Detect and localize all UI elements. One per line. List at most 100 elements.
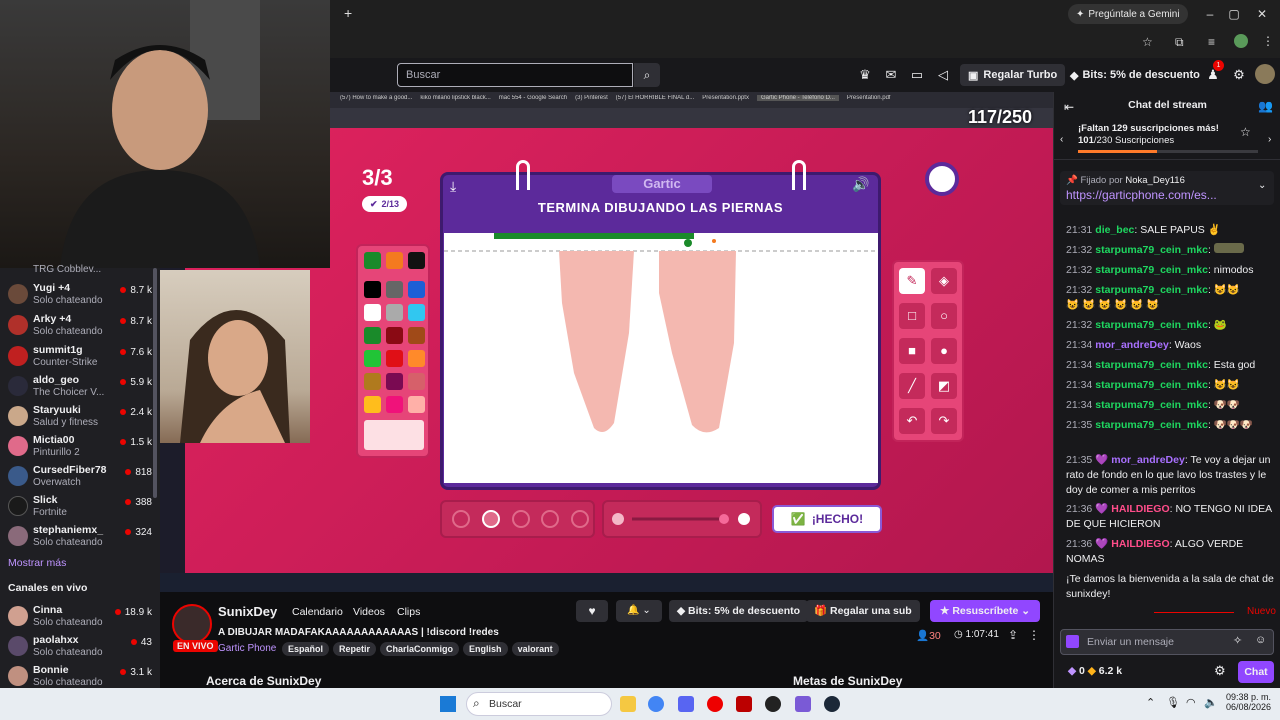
color-swatch[interactable] <box>386 304 403 321</box>
circle-fill-icon[interactable]: ● <box>931 338 957 364</box>
videos-link[interactable]: Videos <box>353 606 385 618</box>
color-swatch[interactable] <box>364 327 381 344</box>
chrome-icon[interactable] <box>648 696 664 712</box>
color-swatch[interactable] <box>408 281 425 298</box>
microphone-icon[interactable]: 🎙 <box>1166 696 1180 709</box>
app-icon[interactable] <box>736 696 752 712</box>
chevron-down-icon[interactable]: ⌄ <box>1258 180 1266 191</box>
pinned-link[interactable]: https://garticphone.com/es... <box>1066 188 1217 202</box>
channel-points[interactable]: ◆ 0 ◆ 6.2 k <box>1068 665 1122 677</box>
menu-icon[interactable]: ⋮ <box>1262 34 1274 48</box>
game-link[interactable]: Gartic Phone <box>218 643 276 654</box>
search-icon[interactable]: ⌕ <box>634 63 660 87</box>
done-button[interactable]: ✅ ¡HECHO! <box>772 505 882 533</box>
emote-picker-icon[interactable]: ☺ <box>1255 634 1266 646</box>
minimize-icon[interactable]: – <box>1200 4 1220 24</box>
share-icon[interactable]: ⇪ <box>1008 628 1018 642</box>
tray-chevron-icon[interactable]: ⌃ <box>1146 696 1155 709</box>
color-swatch[interactable] <box>386 252 403 269</box>
redo-icon[interactable]: ↷ <box>931 408 957 434</box>
bits-discount-button[interactable]: ◆ Bits: 5% de descuento <box>669 600 809 622</box>
color-swatch[interactable] <box>408 252 425 269</box>
search-input[interactable]: Buscar <box>397 63 633 87</box>
pencil-icon[interactable]: ✎ <box>899 268 925 294</box>
new-tab-button[interactable]: + <box>344 5 352 21</box>
bits-button[interactable]: ◆ Bits: 5% de descuento <box>1064 64 1206 86</box>
clips-link[interactable]: Clips <box>397 606 420 618</box>
sidebar-scrollbar[interactable] <box>153 268 157 498</box>
tag[interactable]: valorant <box>511 642 559 656</box>
close-icon[interactable]: ✕ <box>1252 4 1272 24</box>
show-more-link[interactable]: Mostrar más <box>8 557 66 569</box>
rectangle-outline-icon[interactable]: □ <box>899 303 925 329</box>
opacity-slider[interactable] <box>602 500 762 538</box>
circle-outline-icon[interactable]: ○ <box>931 303 957 329</box>
pinned-message[interactable]: 📌 Fijado por Noka_Dey116 https://garticp… <box>1060 171 1274 205</box>
youtube-icon[interactable] <box>707 696 723 712</box>
follow-heart-icon[interactable]: ♥ <box>576 600 608 622</box>
chat-send-button[interactable]: Chat <box>1238 661 1274 683</box>
color-swatch[interactable] <box>364 350 381 367</box>
brush-size-1[interactable] <box>452 510 470 528</box>
resubscribe-button[interactable]: ★ Resuscríbete ⌄ <box>930 600 1041 622</box>
user-avatar[interactable] <box>1255 64 1275 84</box>
channel-avatar[interactable] <box>172 604 212 644</box>
discord-icon[interactable] <box>678 696 694 712</box>
gemini-button[interactable]: ✦ Pregúntale a Gemini <box>1068 4 1188 24</box>
brush-size-4[interactable] <box>541 510 559 528</box>
clock[interactable]: 09:38 p. m. 06/08/2026 <box>1226 692 1271 712</box>
wifi-icon[interactable]: ◠ <box>1186 696 1196 709</box>
calendar-link[interactable]: Calendario <box>292 606 343 618</box>
star-icon[interactable]: ☆ <box>1240 125 1251 139</box>
color-swatch[interactable] <box>386 373 403 390</box>
eraser-icon[interactable]: ◈ <box>931 268 957 294</box>
start-icon[interactable] <box>440 696 456 712</box>
sidebar-channel[interactable]: CursedFiber78 Overwatch 818 <box>6 462 152 492</box>
users-icon[interactable]: 👥 <box>1258 99 1273 113</box>
turbo-button[interactable]: ▣ Regalar Turbo <box>960 64 1066 86</box>
color-swatch[interactable] <box>364 304 381 321</box>
settings-gear-icon[interactable]: ⚙ <box>1214 663 1226 679</box>
star-icon[interactable]: ☆ <box>1142 35 1153 49</box>
sidebar-channel[interactable]: Cinna Solo chateando 18.9 k <box>6 602 152 632</box>
chevron-right-icon[interactable]: › <box>1268 134 1271 145</box>
line-icon[interactable]: ╱ <box>899 373 925 399</box>
more-options-icon[interactable]: ⋮ <box>1028 628 1040 642</box>
color-swatch[interactable] <box>364 396 381 413</box>
tag[interactable]: CharlaConmigo <box>380 642 460 656</box>
volume-icon[interactable]: 🔊 <box>852 176 869 193</box>
app2-icon[interactable] <box>795 696 811 712</box>
sidebar-channel[interactable]: paolahxx Solo chateando 43 <box>6 632 152 662</box>
profile-avatar[interactable] <box>1234 34 1248 48</box>
tag[interactable]: Español <box>282 642 330 656</box>
channel-name[interactable]: SunixDey <box>218 604 277 619</box>
chat-input[interactable]: Enviar un mensaje ✧ ☺ <box>1060 629 1274 655</box>
steam-icon[interactable] <box>824 696 840 712</box>
bits-cheer-icon[interactable]: ✧ <box>1233 634 1242 647</box>
color-swatch[interactable] <box>364 281 381 298</box>
sidebar-channel[interactable]: stephaniemx_ Solo chateando 324 <box>6 522 152 552</box>
brush-size-5[interactable] <box>571 510 589 528</box>
sidebar-channel[interactable]: Arky +4 Solo chateando 8.7 k <box>6 311 152 341</box>
maximize-icon[interactable]: ▢ <box>1224 4 1244 24</box>
obs-icon[interactable] <box>765 696 781 712</box>
rectangle-fill-icon[interactable]: ■ <box>899 338 925 364</box>
sidebar-channel[interactable]: Yugi +4 Solo chateando 8.7 k <box>6 280 152 310</box>
inbox-icon[interactable]: ✉ <box>882 66 900 84</box>
drawing-canvas[interactable] <box>444 233 878 483</box>
color-swatch[interactable] <box>408 373 425 390</box>
color-swatch[interactable] <box>408 396 425 413</box>
reading-list-icon[interactable]: ≡ <box>1208 35 1215 49</box>
extensions-icon[interactable]: ⧉ <box>1175 35 1184 50</box>
color-swatch[interactable] <box>386 327 403 344</box>
megaphone-icon[interactable]: ◁ <box>934 66 952 84</box>
brush-size-3[interactable] <box>512 510 530 528</box>
color-swatch[interactable] <box>386 281 403 298</box>
color-swatch[interactable] <box>408 304 425 321</box>
color-swatch[interactable] <box>408 327 425 344</box>
color-swatch[interactable] <box>386 350 403 367</box>
color-swatch[interactable] <box>364 252 381 269</box>
sidebar-channel[interactable]: Mictia00 Pinturillo 2 1.5 k <box>6 432 152 462</box>
file-explorer-icon[interactable] <box>620 696 636 712</box>
volume-icon[interactable]: 🔈 <box>1204 696 1218 709</box>
